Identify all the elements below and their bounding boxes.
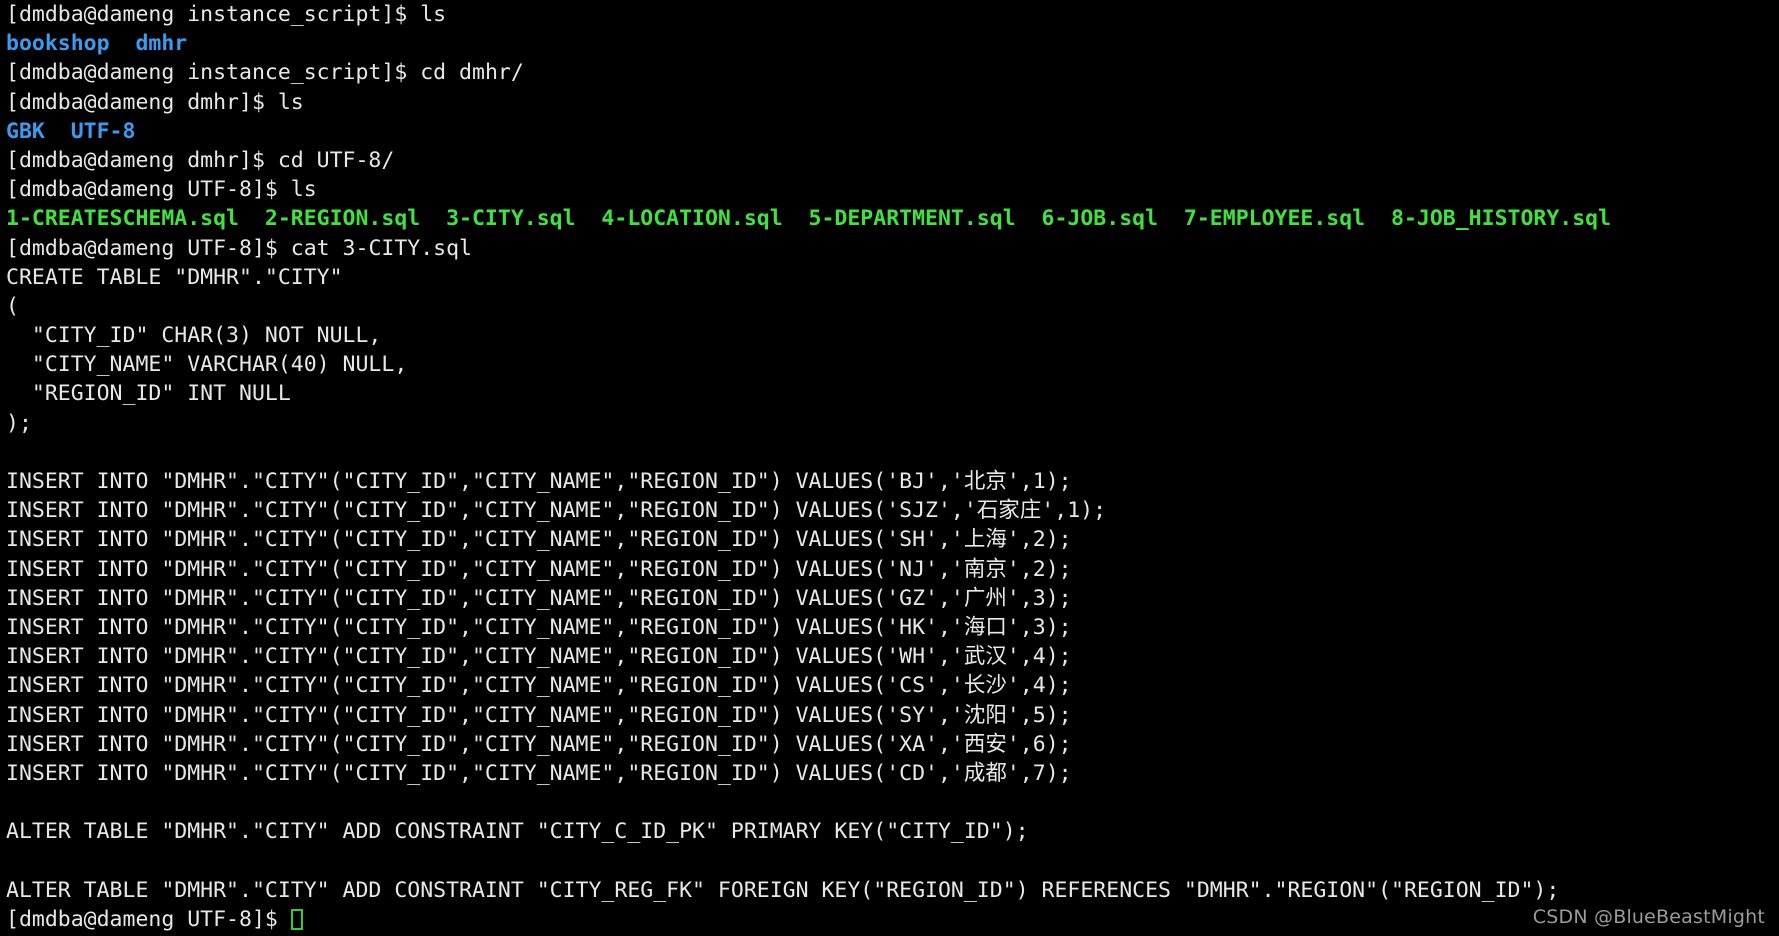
terminal-line: INSERT INTO "DMHR"."CITY"("CITY_ID","CIT… (0, 730, 1779, 759)
terminal-line: [dmdba@dameng instance_script]$ cd dmhr/ (0, 58, 1779, 87)
terminal-line: 1-CREATESCHEMA.sql 2-REGION.sql 3-CITY.s… (0, 204, 1779, 233)
file-listing-utf8: 1-CREATESCHEMA.sql 2-REGION.sql 3-CITY.s… (6, 206, 1612, 232)
sql-insert-row: INSERT INTO "DMHR"."CITY"("CITY_ID","CIT… (6, 644, 1072, 670)
directory-listing-dmhr: GBK UTF-8 (6, 118, 136, 144)
sql-column-region-id: "REGION_ID" INT NULL (6, 381, 291, 407)
terminal-line: INSERT INTO "DMHR"."CITY"("CITY_ID","CIT… (0, 613, 1779, 642)
sql-column-city-name: "CITY_NAME" VARCHAR(40) NULL, (6, 352, 408, 378)
watermark-label: CSDN @BlueBeastMight (1532, 906, 1765, 928)
sql-insert-row: INSERT INTO "DMHR"."CITY"("CITY_ID","CIT… (6, 585, 1072, 611)
sql-insert-row: INSERT INTO "DMHR"."CITY"("CITY_ID","CIT… (6, 702, 1072, 728)
terminal-line: INSERT INTO "DMHR"."CITY"("CITY_ID","CIT… (0, 584, 1779, 613)
terminal-line: ALTER TABLE "DMHR"."CITY" ADD CONSTRAINT… (0, 817, 1779, 846)
terminal-window[interactable]: [dmdba@dameng instance_script]$ ls books… (0, 0, 1779, 936)
sql-insert-row: INSERT INTO "DMHR"."CITY"("CITY_ID","CIT… (6, 469, 1072, 494)
sql-insert-row: INSERT INTO "DMHR"."CITY"("CITY_ID","CIT… (6, 614, 1072, 640)
shell-prompt: [dmdba@dameng dmhr]$ (6, 147, 278, 173)
sql-alter-primary-key: ALTER TABLE "DMHR"."CITY" ADD CONSTRAINT… (6, 819, 1029, 845)
sql-open-paren: ( (6, 293, 19, 319)
terminal-line: ( (0, 292, 1779, 321)
shell-prompt: [dmdba@dameng UTF-8]$ (6, 906, 291, 932)
terminal-line: [dmdba@dameng instance_script]$ ls (0, 0, 1779, 29)
terminal-line: "CITY_ID" CHAR(3) NOT NULL, (0, 321, 1779, 350)
terminal-line: INSERT INTO "DMHR"."CITY"("CITY_ID","CIT… (0, 671, 1779, 700)
text-cursor[interactable] (290, 908, 303, 930)
terminal-line: INSERT INTO "DMHR"."CITY"("CITY_ID","CIT… (0, 467, 1779, 496)
terminal-line: ); (0, 409, 1779, 438)
terminal-line: ALTER TABLE "DMHR"."CITY" ADD CONSTRAINT… (0, 876, 1779, 905)
terminal-line: INSERT INTO "DMHR"."CITY"("CITY_ID","CIT… (0, 701, 1779, 730)
sql-insert-row: INSERT INTO "DMHR"."CITY"("CITY_ID","CIT… (6, 760, 1072, 786)
terminal-line: GBK UTF-8 (0, 117, 1779, 146)
command-ls: ls (420, 2, 447, 27)
sql-column-city-id: "CITY_ID" CHAR(3) NOT NULL, (6, 323, 382, 349)
command-cat-city: cat 3-CITY.sql (290, 235, 472, 261)
terminal-line: INSERT INTO "DMHR"."CITY"("CITY_ID","CIT… (0, 555, 1779, 584)
sql-alter-foreign-key: ALTER TABLE "DMHR"."CITY" ADD CONSTRAINT… (6, 877, 1560, 903)
terminal-line: INSERT INTO "DMHR"."CITY"("CITY_ID","CIT… (0, 525, 1779, 554)
terminal-line-active[interactable]: [dmdba@dameng UTF-8]$ (0, 905, 1779, 934)
terminal-line: [dmdba@dameng UTF-8]$ cat 3-CITY.sql (0, 234, 1779, 263)
command-cd-utf8: cd UTF-8/ (277, 147, 395, 173)
directory-listing-instance-script: bookshop dmhr (6, 31, 188, 57)
terminal-line: "CITY_NAME" VARCHAR(40) NULL, (0, 350, 1779, 379)
shell-prompt: [dmdba@dameng UTF-8]$ (6, 177, 291, 203)
sql-close-paren: ); (6, 410, 32, 436)
terminal-line: bookshop dmhr (0, 29, 1779, 58)
terminal-line: [dmdba@dameng UTF-8]$ ls (0, 175, 1779, 204)
terminal-line: INSERT INTO "DMHR"."CITY"("CITY_ID","CIT… (0, 642, 1779, 671)
sql-insert-row: INSERT INTO "DMHR"."CITY"("CITY_ID","CIT… (6, 556, 1072, 582)
terminal-line: [dmdba@dameng dmhr]$ cd UTF-8/ (0, 146, 1779, 175)
terminal-line: INSERT INTO "DMHR"."CITY"("CITY_ID","CIT… (0, 496, 1779, 525)
terminal-line: "REGION_ID" INT NULL (0, 379, 1779, 408)
terminal-line: CREATE TABLE "DMHR"."CITY" (0, 263, 1779, 292)
shell-prompt: [dmdba@dameng dmhr]$ (6, 89, 278, 115)
sql-insert-row: INSERT INTO "DMHR"."CITY"("CITY_ID","CIT… (6, 498, 1107, 524)
shell-prompt: [dmdba@dameng UTF-8]$ (6, 235, 291, 261)
sql-insert-row: INSERT INTO "DMHR"."CITY"("CITY_ID","CIT… (6, 731, 1072, 757)
sql-create-table: CREATE TABLE "DMHR"."CITY" (6, 264, 343, 290)
shell-prompt: [dmdba@dameng instance_script]$ (6, 60, 421, 86)
sql-insert-row: INSERT INTO "DMHR"."CITY"("CITY_ID","CIT… (6, 527, 1072, 553)
command-ls: ls (277, 89, 304, 115)
command-cd-dmhr: cd dmhr/ (420, 60, 524, 86)
command-ls: ls (290, 177, 317, 203)
terminal-line: INSERT INTO "DMHR"."CITY"("CITY_ID","CIT… (0, 759, 1779, 788)
sql-insert-row: INSERT INTO "DMHR"."CITY"("CITY_ID","CIT… (6, 673, 1072, 699)
terminal-line: [dmdba@dameng dmhr]$ ls (0, 88, 1779, 117)
shell-prompt: [dmdba@dameng instance_script]$ (6, 2, 421, 27)
